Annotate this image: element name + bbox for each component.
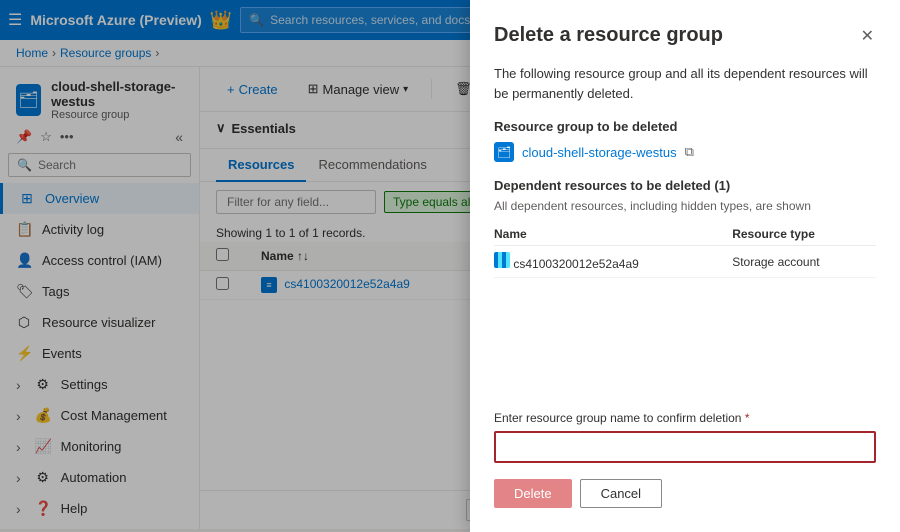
dialog-panel: Delete a resource group ✕ The following … — [470, 0, 900, 532]
dep-resource-icon — [494, 252, 510, 268]
storage-stripe-icon — [494, 252, 510, 268]
dialog-rg-icon: 🗂 — [494, 142, 514, 162]
confirm-required: * — [745, 411, 750, 425]
copy-icon[interactable]: ⧉ — [685, 144, 694, 160]
dep-desc: All dependent resources, including hidde… — [494, 199, 876, 213]
dep-col-name-header: Name — [494, 223, 732, 246]
dialog-description: The following resource group and all its… — [494, 64, 876, 103]
dialog-title: Delete a resource group — [494, 24, 723, 47]
dialog-delete-button[interactable]: Delete — [494, 479, 572, 508]
dep-row-type: Storage account — [732, 246, 876, 278]
dialog-cancel-button[interactable]: Cancel — [580, 479, 662, 508]
rg-section-title: Resource group to be deleted — [494, 119, 876, 134]
dep-table: Name Resource type cs4100320012e52a4a9 S… — [494, 223, 876, 278]
dep-section-title: Dependent resources to be deleted (1) — [494, 178, 876, 193]
dialog-close-button[interactable]: ✕ — [859, 24, 876, 48]
dialog-rg-name: 🗂 cloud-shell-storage-westus ⧉ — [494, 142, 876, 162]
dep-row-name: cs4100320012e52a4a9 — [494, 246, 732, 278]
confirm-input[interactable] — [494, 431, 876, 463]
dep-col-type-header: Resource type — [732, 223, 876, 246]
dep-table-row: cs4100320012e52a4a9 Storage account — [494, 246, 876, 278]
dialog-footer: Delete Cancel — [494, 479, 876, 508]
dialog-overlay: Delete a resource group ✕ The following … — [0, 0, 900, 532]
confirm-label: Enter resource group name to confirm del… — [494, 411, 876, 425]
confirm-section: Enter resource group name to confirm del… — [494, 395, 876, 508]
dialog-header: Delete a resource group ✕ — [494, 24, 876, 48]
dialog-rg-name-text: cloud-shell-storage-westus — [522, 145, 677, 160]
dep-row-name-text: cs4100320012e52a4a9 — [513, 257, 638, 271]
